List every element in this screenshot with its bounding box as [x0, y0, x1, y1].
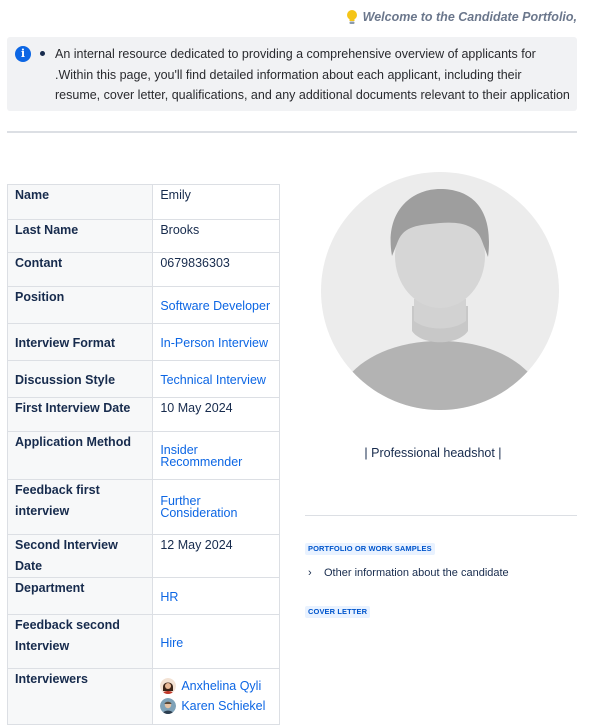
- list-bullet: [40, 51, 45, 56]
- expand-label[interactable]: Other information about the candidate: [324, 567, 509, 579]
- info-panel: i An internal resource dedicated to prov…: [7, 37, 577, 111]
- discussion-style-value[interactable]: Technical Interview: [160, 373, 266, 387]
- avatar: [160, 698, 177, 714]
- divider: [305, 515, 577, 516]
- table-row: Position Software Developer: [6, 286, 280, 324]
- avatar: [160, 678, 177, 694]
- application-method-value-line2[interactable]: Recommender: [160, 456, 272, 469]
- feedback-second-value[interactable]: Hire: [160, 636, 183, 650]
- feedback-first-value-line2[interactable]: Consideration: [160, 507, 272, 520]
- name-label: Name: [6, 184, 154, 220]
- first-interview-date-label: First Interview Date: [6, 397, 154, 432]
- position-value[interactable]: Software Developer: [160, 299, 270, 313]
- second-interview-date-label: Second Interview Date: [6, 534, 154, 578]
- table-row: First Interview Date 10 May 2024: [6, 397, 280, 432]
- discussion-style-label: Discussion Style: [6, 360, 154, 398]
- divider: [7, 131, 577, 133]
- feedback-first-label: Feedback first interview: [6, 479, 154, 535]
- welcome-banner: Welcome to the Candidate Portfolio,: [346, 8, 577, 26]
- interview-format-value[interactable]: In-Person Interview: [160, 336, 268, 350]
- interviewers-label: Interviewers: [6, 668, 154, 725]
- table-row: Feedback first interview Further Conside…: [6, 479, 280, 535]
- contact-label: Contant: [6, 252, 154, 287]
- table-row: Feedback second Interview Hire: [6, 614, 280, 669]
- application-method-label: Application Method: [6, 431, 154, 480]
- contact-value: 0679836303: [152, 252, 280, 287]
- chevron-right-icon[interactable]: ›: [308, 567, 316, 579]
- interviewer-name[interactable]: Anxhelina Qyli: [181, 679, 261, 693]
- table-row: Department HR: [6, 577, 280, 615]
- name-value: Emily: [152, 184, 280, 220]
- second-interview-date-value: 12 May 2024: [152, 534, 280, 578]
- position-label: Position: [6, 286, 154, 324]
- candidate-details-table: Name Emily Last Name Brooks Contant 0679…: [6, 184, 280, 725]
- table-row: Discussion Style Technical Interview: [6, 360, 280, 398]
- table-row: Interviewers Anxhelina Qyli Karen Schiek…: [6, 668, 280, 725]
- department-label: Department: [6, 577, 154, 615]
- portfolio-heading: PORTFOLIO OR WORK SAMPLES: [305, 543, 435, 555]
- interviewer[interactable]: Karen Schiekel: [160, 696, 272, 716]
- table-row: Second Interview Date 12 May 2024: [6, 534, 280, 578]
- default-avatar-icon: [321, 172, 559, 410]
- last-name-value: Brooks: [152, 219, 280, 253]
- table-row: Name Emily: [6, 184, 280, 220]
- welcome-text: Welcome to the Candidate Portfolio,: [362, 10, 577, 24]
- light-bulb-icon: [346, 10, 357, 24]
- table-row: Last Name Brooks: [6, 219, 280, 253]
- last-name-label: Last Name: [6, 219, 154, 253]
- interviewer[interactable]: Anxhelina Qyli: [160, 676, 272, 696]
- department-value[interactable]: HR: [160, 590, 178, 604]
- cover-letter-heading: COVER LETTER: [305, 606, 371, 618]
- table-row: Contant 0679836303: [6, 252, 280, 287]
- headshot-caption: | Professional headshot |: [364, 446, 502, 460]
- info-text: An internal resource dedicated to provid…: [55, 47, 570, 102]
- table-row: Application Method Insider Recommender: [6, 431, 280, 480]
- feedback-second-label: Feedback second Interview: [6, 614, 154, 669]
- table-row: Interview Format In-Person Interview: [6, 323, 280, 361]
- first-interview-date-value: 10 May 2024: [152, 397, 280, 432]
- portfolio-expand[interactable]: › Other information about the candidate: [308, 567, 509, 579]
- interviewer-name[interactable]: Karen Schiekel: [181, 699, 265, 713]
- interview-format-label: Interview Format: [6, 323, 154, 361]
- info-icon: i: [15, 46, 31, 62]
